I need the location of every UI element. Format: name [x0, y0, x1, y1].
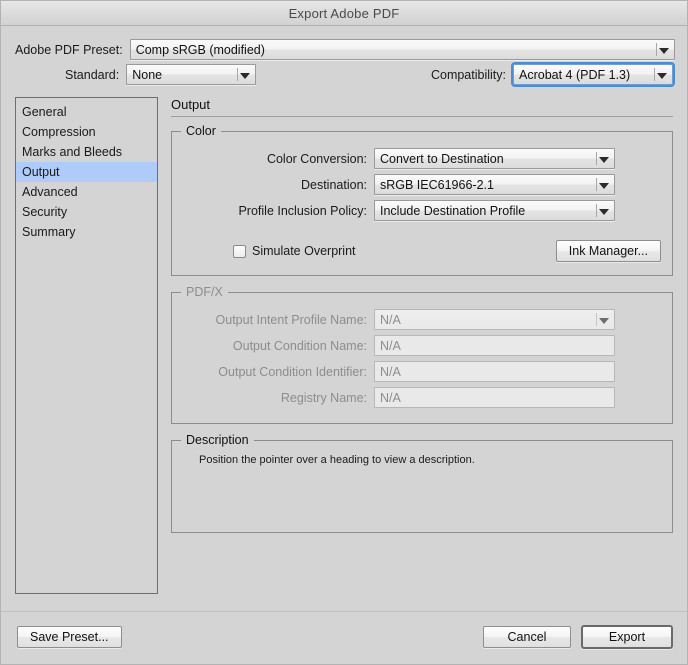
profile-inclusion-policy-row: Profile Inclusion Policy: Include Destin… — [172, 200, 672, 221]
sidebar-item-general[interactable]: General — [16, 102, 157, 122]
overprint-row: Simulate Overprint Ink Manager... — [172, 226, 672, 275]
color-group: Color Color Conversion: Convert to Desti… — [171, 124, 673, 276]
adobe-pdf-preset-row: Adobe PDF Preset: Comp sRGB (modified) — [15, 39, 675, 60]
destination-value: sRGB IEC61966-2.1 — [380, 177, 494, 192]
output-intent-profile-name-row: Output Intent Profile Name: N/A — [172, 309, 672, 330]
sidebar-item-marks-and-bleeds[interactable]: Marks and Bleeds — [16, 142, 157, 162]
color-group-legend: Color — [181, 124, 221, 138]
registry-name-row: Registry Name: N/A — [172, 387, 672, 408]
select-separator — [656, 43, 657, 56]
sidebar-item-output[interactable]: Output — [16, 162, 157, 182]
chevron-down-icon — [659, 47, 669, 54]
adobe-pdf-preset-label: Adobe PDF Preset: — [15, 42, 123, 57]
output-intent-profile-name-select: N/A — [374, 309, 615, 330]
profile-inclusion-policy-label: Profile Inclusion Policy: — [238, 203, 367, 218]
window-title: Export Adobe PDF — [288, 5, 400, 21]
output-settings-panel: Output Color Color Conversion: Convert t… — [171, 97, 673, 549]
output-condition-name-row: Output Condition Name: N/A — [172, 335, 672, 356]
page-title: Output — [171, 97, 211, 112]
simulate-overprint-label: Simulate Overprint — [252, 244, 356, 258]
select-separator — [654, 68, 655, 81]
chevron-down-icon — [240, 72, 251, 79]
settings-category-list[interactable]: General Compression Marks and Bleeds Out… — [15, 97, 158, 594]
chevron-down-icon — [599, 317, 609, 324]
compatibility-select[interactable]: Acrobat 4 (PDF 1.3) — [513, 64, 673, 85]
output-condition-identifier-value: N/A — [380, 364, 401, 379]
output-condition-name-value: N/A — [380, 338, 401, 353]
destination-row: Destination: sRGB IEC61966-2.1 — [172, 174, 672, 195]
profile-inclusion-policy-select[interactable]: Include Destination Profile — [374, 200, 615, 221]
chevron-down-icon — [657, 72, 667, 79]
adobe-pdf-preset-select[interactable]: Comp sRGB (modified) — [129, 39, 675, 60]
ink-manager-button[interactable]: Ink Manager... — [555, 240, 661, 262]
chevron-down-icon — [599, 182, 609, 189]
sidebar-item-advanced[interactable]: Advanced — [16, 182, 157, 202]
color-conversion-label: Color Conversion: — [266, 151, 367, 166]
output-condition-name-input: N/A — [374, 335, 615, 356]
standard-select[interactable]: None — [126, 64, 257, 85]
adobe-pdf-preset-value: Comp sRGB (modified) — [135, 42, 265, 57]
output-condition-identifier-row: Output Condition Identifier: N/A — [172, 361, 672, 382]
sidebar-item-security[interactable]: Security — [16, 202, 157, 222]
standard-value: None — [132, 67, 163, 82]
select-separator — [596, 178, 597, 191]
pdfx-group: PDF/X Output Intent Profile Name: N/A Ou… — [171, 285, 673, 424]
checkbox-box-icon[interactable] — [233, 244, 246, 258]
registry-name-value: N/A — [380, 390, 401, 405]
save-preset-button[interactable]: Save Preset... — [17, 626, 122, 648]
output-intent-profile-name-label: Output Intent Profile Name: — [215, 312, 367, 327]
chevron-down-icon — [599, 208, 609, 215]
output-condition-identifier-label: Output Condition Identifier: — [218, 364, 367, 379]
simulate-overprint-checkbox[interactable]: Simulate Overprint — [233, 244, 356, 258]
color-conversion-value: Convert to Destination — [380, 151, 504, 166]
description-group-legend: Description — [181, 433, 254, 447]
chevron-down-icon — [599, 156, 609, 163]
output-condition-identifier-input: N/A — [374, 361, 615, 382]
sidebar-item-summary[interactable]: Summary — [16, 222, 157, 242]
heading-divider — [171, 116, 673, 117]
standard-label: Standard: — [65, 67, 120, 82]
pdfx-group-legend: PDF/X — [181, 285, 228, 299]
destination-label: Destination: — [300, 177, 367, 192]
description-group: Description Position the pointer over a … — [171, 433, 673, 533]
compatibility-value: Acrobat 4 (PDF 1.3) — [519, 67, 631, 82]
compatibility-row: Compatibility: Acrobat 4 (PDF 1.3) — [431, 64, 673, 85]
profile-inclusion-policy-value: Include Destination Profile — [380, 203, 526, 218]
export-adobe-pdf-dialog: Export Adobe PDF Adobe PDF Preset: Comp … — [0, 0, 688, 665]
sidebar-item-compression[interactable]: Compression — [16, 122, 157, 142]
output-intent-profile-name-value: N/A — [380, 312, 401, 327]
export-button[interactable]: Export — [581, 625, 673, 649]
select-separator — [237, 68, 239, 81]
dialog-footer: Save Preset... Cancel Export — [1, 611, 687, 664]
standard-row: Standard: None — [65, 64, 257, 85]
color-conversion-select[interactable]: Convert to Destination — [374, 148, 615, 169]
destination-select[interactable]: sRGB IEC61966-2.1 — [374, 174, 615, 195]
color-fields: Color Conversion: Convert to Destination… — [172, 132, 672, 275]
registry-name-input: N/A — [374, 387, 615, 408]
select-separator — [596, 204, 597, 217]
title-bar: Export Adobe PDF — [1, 1, 687, 26]
pdfx-fields: Output Intent Profile Name: N/A Output C… — [172, 293, 672, 423]
color-conversion-row: Color Conversion: Convert to Destination — [172, 148, 672, 169]
select-separator — [596, 152, 597, 165]
output-condition-name-label: Output Condition Name: — [232, 338, 367, 353]
select-separator — [596, 313, 597, 326]
registry-name-label: Registry Name: — [280, 390, 367, 405]
compatibility-label: Compatibility: — [430, 67, 506, 82]
cancel-button[interactable]: Cancel — [483, 626, 571, 648]
